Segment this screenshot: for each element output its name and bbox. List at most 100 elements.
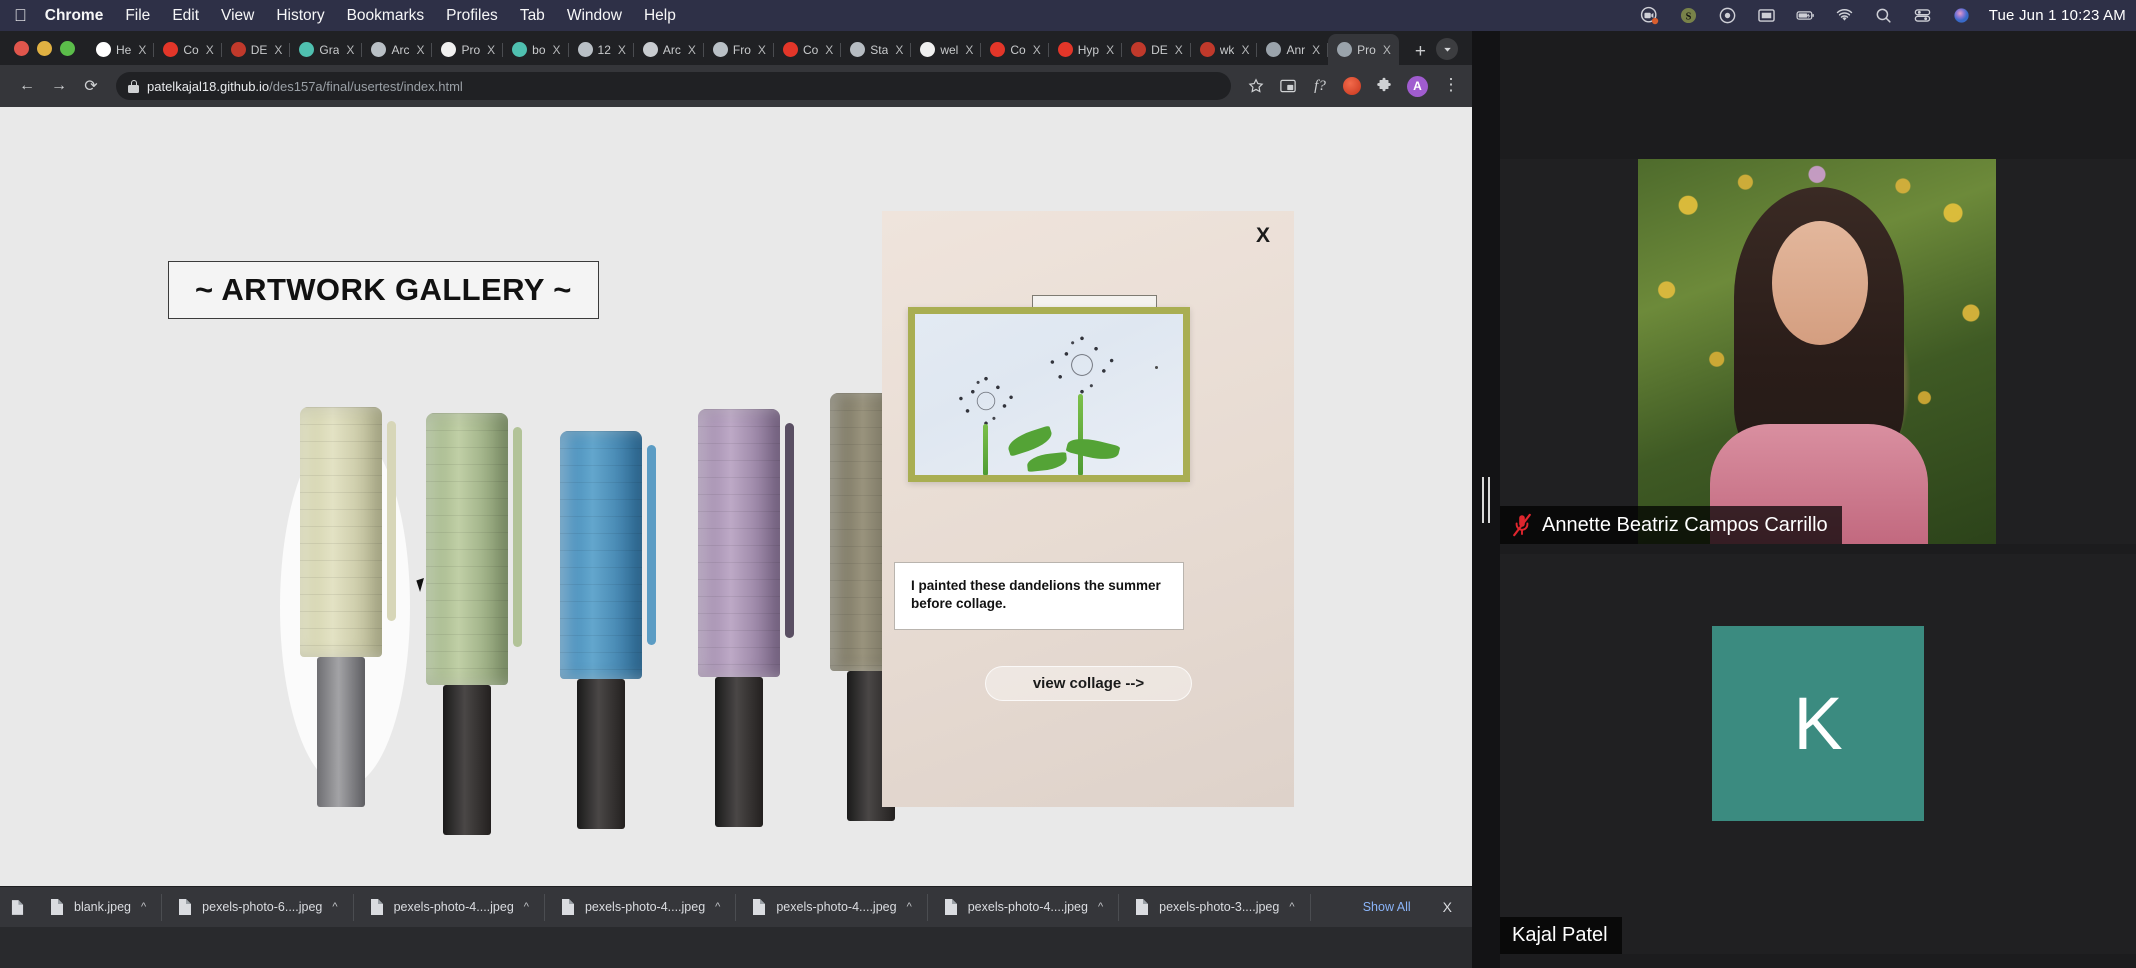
browser-tab[interactable]: Gra X [290,34,363,65]
menu-item-history[interactable]: History [276,7,324,25]
browser-tab[interactable]: Co X [774,34,842,65]
browser-tab[interactable]: Pro X [1328,34,1399,65]
browser-tab[interactable]: bo X [503,34,569,65]
close-tab-icon[interactable]: X [1310,42,1322,58]
spotlight-search-icon[interactable] [1874,6,1893,25]
menu-bar-clock[interactable]: Tue Jun 1 10:23 AM [1989,7,2126,24]
zoom-meeting-panel: Annette Beatriz Campos Carrillo K Kajal … [1500,31,2136,968]
dollar-sign-icon[interactable]: S [1679,6,1698,25]
menu-item-window[interactable]: Window [567,7,622,25]
browser-tab[interactable]: wel X [911,34,982,65]
menu-item-view[interactable]: View [221,7,254,25]
menu-item-edit[interactable]: Edit [172,7,199,25]
download-item[interactable]: blank.jpeg ^ [34,887,163,928]
menu-item-tab[interactable]: Tab [520,7,545,25]
close-tab-icon[interactable]: X [204,42,216,58]
bookmark-star-icon[interactable] [1247,77,1265,95]
close-tab-icon[interactable]: X [756,42,768,58]
browser-tab[interactable]: He X [87,34,155,65]
download-menu-caret-icon[interactable]: ^ [715,901,720,913]
download-item[interactable]: pexels-photo-4....jpeg ^ [545,887,737,928]
reload-button[interactable]: ⟳ [76,71,106,101]
tab-search-icon[interactable] [1436,38,1458,60]
close-tab-icon[interactable]: X [1381,42,1393,58]
fonts-extension-icon[interactable]: f? [1311,77,1329,95]
close-tab-icon[interactable]: X [485,42,497,58]
browser-tab[interactable]: DE X [1122,34,1191,65]
close-window-button[interactable] [14,40,29,56]
close-tab-icon[interactable]: X [272,42,284,58]
participant-tile-avatar[interactable]: K Kajal Patel [1500,554,2136,954]
browser-tab[interactable]: wk X [1191,34,1258,65]
close-tab-icon[interactable]: X [893,42,905,58]
picture-in-picture-icon[interactable] [1279,77,1297,95]
wifi-icon[interactable] [1835,6,1854,25]
menu-item-file[interactable]: File [125,7,150,25]
download-item[interactable]: pexels-photo-4....jpeg ^ [736,887,929,928]
close-tab-icon[interactable]: X [414,42,426,58]
close-tab-icon[interactable]: X [344,42,356,58]
download-menu-caret-icon[interactable]: ^ [524,901,529,913]
display-icon[interactable] [1757,6,1776,25]
window-divider[interactable] [1472,31,1500,968]
close-tab-icon[interactable]: X [1239,42,1251,58]
extension-red-icon[interactable] [1343,77,1361,95]
show-all-downloads-button[interactable]: Show All [1353,895,1421,919]
close-tab-icon[interactable]: X [823,42,835,58]
download-item[interactable]: pexels-photo-3....jpeg ^ [1119,887,1311,928]
url-path: /des157a/final/usertest/index.html [269,78,463,94]
participant-tile-video[interactable]: Annette Beatriz Campos Carrillo [1500,159,2136,544]
close-downloads-shelf-button[interactable]: X [1439,895,1456,919]
download-item[interactable]: pexels-photo-4....jpeg ^ [928,887,1120,928]
browser-tab[interactable]: 12 X [569,34,635,65]
browser-tab[interactable]: Sta X [841,34,912,65]
browser-tab[interactable]: Arc X [634,34,704,65]
back-button[interactable]: ← [12,71,42,101]
new-tab-button[interactable]: + [1403,42,1436,65]
battery-charging-icon[interactable] [1796,6,1815,25]
drag-handle-icon[interactable] [1482,476,1490,523]
browser-tab[interactable]: Hyp X [1049,34,1123,65]
close-tab-icon[interactable]: X [1173,42,1185,58]
extensions-puzzle-icon[interactable] [1375,77,1393,95]
view-collage-button[interactable]: view collage --> [985,666,1192,701]
address-bar[interactable]: patelkajal18.github.io/des157a/final/use… [116,72,1231,100]
close-tab-icon[interactable]: X [963,42,975,58]
close-tab-icon[interactable]: X [616,42,628,58]
close-tab-icon[interactable]: X [686,42,698,58]
browser-tab[interactable]: Co X [981,34,1050,65]
menu-item-bookmarks[interactable]: Bookmarks [347,7,425,25]
browser-tab[interactable]: Co X [154,34,223,65]
download-menu-caret-icon[interactable]: ^ [1289,901,1294,913]
menu-item-help[interactable]: Help [644,7,676,25]
apple-logo-icon[interactable]:  [14,7,27,24]
close-tab-icon[interactable]: X [551,42,563,58]
browser-tab[interactable]: Arc X [362,34,433,65]
close-tab-icon[interactable]: X [1104,42,1116,58]
maximize-window-button[interactable] [60,40,75,56]
browser-tab[interactable]: Fro X [704,34,774,65]
profile-avatar[interactable]: A [1407,75,1428,97]
download-item[interactable]: pexels-photo-6....jpeg ^ [162,887,354,928]
browser-tab[interactable]: Pro X [432,34,503,65]
control-center-icon[interactable] [1913,6,1932,25]
browser-tab[interactable]: Anr X [1257,34,1328,65]
siri-icon[interactable] [1952,6,1971,25]
forward-button[interactable]: → [44,71,74,101]
chrome-menu-button[interactable]: ⋮ [1442,76,1460,95]
youtube-icon [1057,42,1073,57]
browser-tab[interactable]: DE X [222,34,291,65]
download-menu-caret-icon[interactable]: ^ [907,901,912,913]
menu-item-chrome[interactable]: Chrome [45,7,104,25]
menu-item-profiles[interactable]: Profiles [446,7,498,25]
download-menu-caret-icon[interactable]: ^ [141,901,146,913]
download-menu-caret-icon[interactable]: ^ [332,901,337,913]
close-icon[interactable]: X [1250,221,1276,250]
close-tab-icon[interactable]: X [1031,42,1043,58]
minimize-window-button[interactable] [37,40,52,56]
download-menu-caret-icon[interactable]: ^ [1098,901,1103,913]
screen-record-icon[interactable] [1718,6,1737,25]
close-tab-icon[interactable]: X [136,42,148,58]
download-item[interactable]: pexels-photo-4....jpeg ^ [354,887,546,928]
zoom-meeting-icon[interactable] [1640,6,1659,25]
